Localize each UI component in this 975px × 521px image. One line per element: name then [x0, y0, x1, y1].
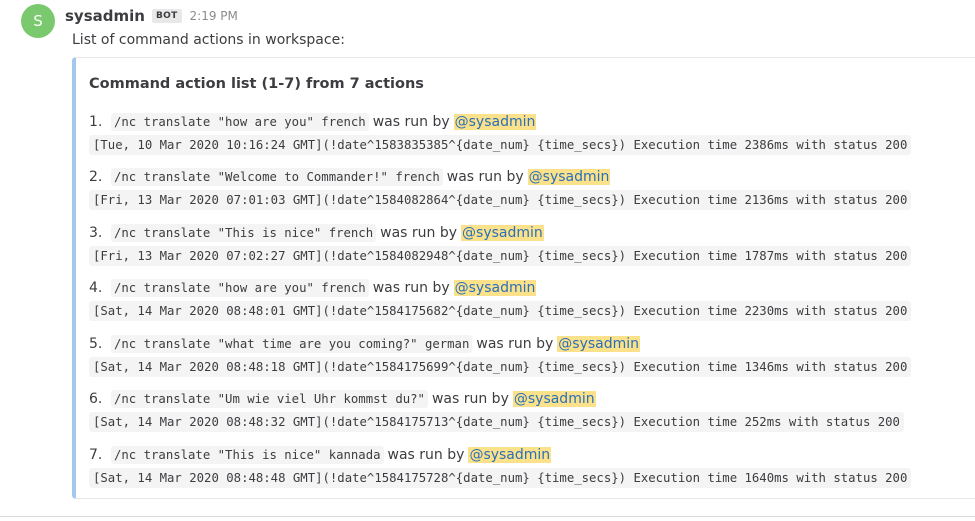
- action-command: /nc translate "Um wie viel Uhr kommst du…: [111, 390, 428, 408]
- action-item: 2. /nc translate "Welcome to Commander!"…: [89, 166, 912, 210]
- action-detail: [Sat, 14 Mar 2020 08:48:18 GMT](!date^15…: [89, 357, 912, 377]
- action-item: 3. /nc translate "This is nice" french w…: [89, 222, 912, 266]
- user-mention[interactable]: @sysadmin: [453, 280, 537, 296]
- was-run-by-text: was run by: [431, 391, 509, 407]
- user-mention[interactable]: @sysadmin: [453, 114, 537, 130]
- action-detail: [Tue, 10 Mar 2020 10:16:24 GMT](!date^15…: [89, 135, 912, 155]
- was-run-by-text: was run by: [387, 447, 465, 463]
- post-time[interactable]: 2:19 PM: [190, 9, 238, 23]
- action-number: 3.: [89, 225, 103, 241]
- user-mention[interactable]: @sysadmin: [461, 225, 544, 241]
- action-detail: [Sat, 14 Mar 2020 08:48:48 GMT](!date^15…: [89, 468, 912, 488]
- post-header: sysadmin BOT 2:19 PM: [65, 6, 238, 26]
- attachment-card: Command action list (1-7) from 7 actions…: [72, 57, 975, 499]
- action-command: /nc translate "This is nice" french: [111, 224, 377, 242]
- was-run-by-text: was run by: [372, 114, 450, 130]
- action-item: 7. /nc translate "This is nice" kannada …: [89, 444, 912, 488]
- action-item: 1. /nc translate "how are you" french wa…: [89, 111, 912, 155]
- action-number: 6.: [89, 391, 103, 407]
- action-command: /nc translate "how are you" french: [111, 113, 369, 131]
- user-mention[interactable]: @sysadmin: [527, 169, 611, 185]
- action-command: /nc translate "what time are you coming?…: [111, 335, 473, 353]
- action-number: 4.: [89, 280, 103, 296]
- action-item: 4. /nc translate "how are you" french wa…: [89, 277, 912, 321]
- bot-post: S sysadmin BOT 2:19 PM List of command a…: [0, 0, 975, 521]
- was-run-by-text: was run by: [446, 169, 524, 185]
- was-run-by-text: was run by: [380, 225, 458, 241]
- action-item: 5. /nc translate "what time are you comi…: [89, 333, 912, 377]
- action-detail: [Fri, 13 Mar 2020 07:02:27 GMT](!date^15…: [89, 246, 912, 266]
- action-item: 6. /nc translate "Um wie viel Uhr kommst…: [89, 388, 904, 432]
- action-detail: [Sat, 14 Mar 2020 08:48:32 GMT](!date^15…: [89, 412, 904, 432]
- user-mention[interactable]: @sysadmin: [512, 391, 596, 407]
- action-detail: [Sat, 14 Mar 2020 08:48:01 GMT](!date^15…: [89, 301, 912, 321]
- action-number: 2.: [89, 169, 103, 185]
- divider: [0, 516, 975, 517]
- username[interactable]: sysadmin: [65, 7, 145, 25]
- action-number: 1.: [89, 114, 103, 130]
- action-command: /nc translate "This is nice" kannada: [111, 446, 384, 464]
- action-command: /nc translate "Welcome to Commander!" fr…: [111, 168, 443, 186]
- action-number: 5.: [89, 336, 103, 352]
- attachment-title: Command action list (1-7) from 7 actions: [89, 76, 424, 92]
- avatar[interactable]: S: [21, 4, 55, 38]
- action-detail: [Fri, 13 Mar 2020 07:01:03 GMT](!date^15…: [89, 190, 912, 210]
- was-run-by-text: was run by: [372, 280, 450, 296]
- message-text: List of command actions in workspace:: [72, 32, 345, 48]
- was-run-by-text: was run by: [476, 336, 554, 352]
- bot-badge: BOT: [151, 9, 182, 23]
- action-command: /nc translate "how are you" french: [111, 279, 369, 297]
- user-mention[interactable]: @sysadmin: [557, 336, 641, 352]
- user-mention[interactable]: @sysadmin: [468, 447, 552, 463]
- action-number: 7.: [89, 447, 103, 463]
